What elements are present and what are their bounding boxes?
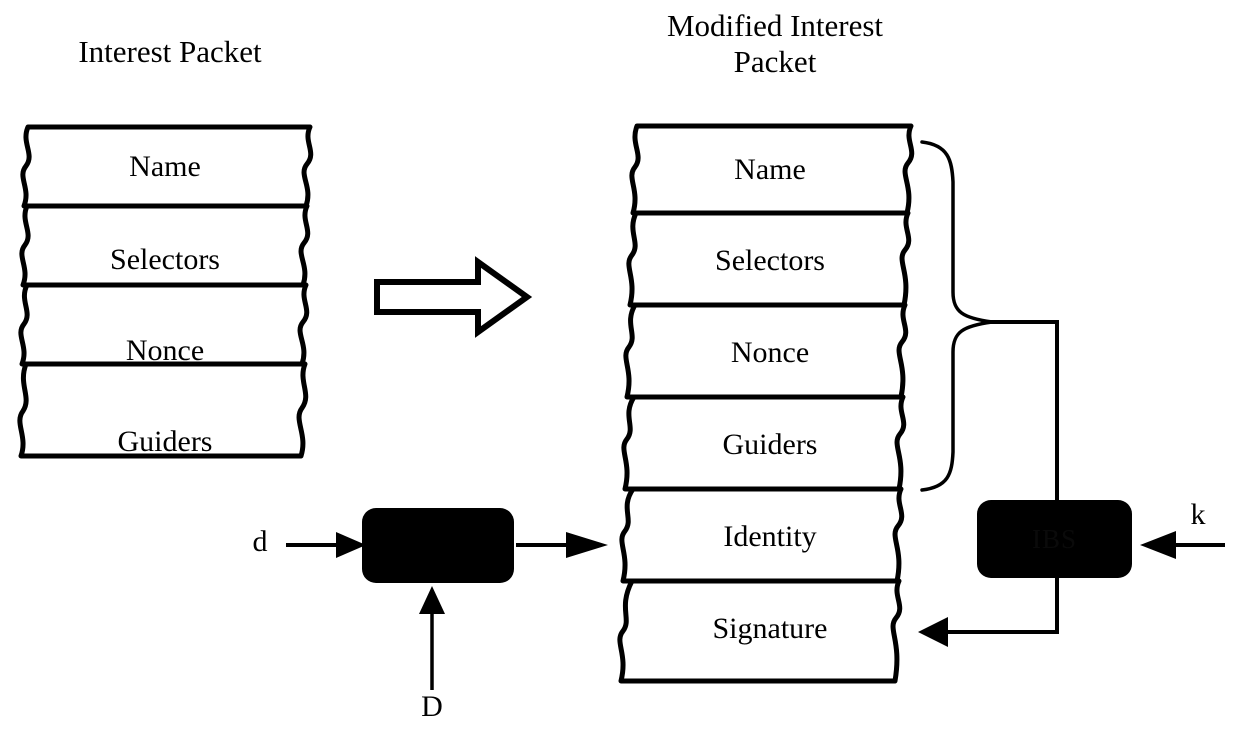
input-k-arrow-icon (1140, 531, 1225, 559)
packet-row-shape (629, 123, 915, 216)
input-D-arrow-icon (419, 586, 445, 690)
packet-row-shape (623, 302, 909, 400)
modified-interest-packet-shape (617, 123, 915, 684)
diagram-vector-layer (17, 123, 1225, 690)
packet-row-shape (626, 210, 912, 308)
input-D-label: D (421, 690, 443, 723)
input-d-label: d (252, 525, 268, 558)
ibs-box-label: IBS (1031, 524, 1078, 554)
input-d-arrow-icon (286, 532, 366, 558)
packet-row-shape (621, 394, 907, 492)
packet-row-shape (617, 578, 903, 684)
packet-row-shape (19, 203, 311, 288)
box-to-packet-arrow-icon (516, 532, 608, 558)
diagram-canvas: Interest Packet Modified Interest Packet (0, 0, 1240, 731)
packet-row-shape (619, 486, 905, 584)
input-k-label: k (1190, 498, 1206, 531)
transform-block-arrow-icon (374, 256, 533, 338)
signing-function-box (362, 508, 514, 583)
interest-packet-shape (17, 124, 314, 459)
ibs-to-signature-connector (946, 576, 1059, 634)
packet-row-shape (17, 361, 309, 459)
brace-to-ibs-connector (990, 320, 1059, 510)
arrow-left-into-signature-icon (918, 617, 948, 647)
packet-row-shape (18, 282, 310, 367)
packet-row-shape (20, 124, 314, 209)
field-group-brace-icon (920, 140, 993, 492)
